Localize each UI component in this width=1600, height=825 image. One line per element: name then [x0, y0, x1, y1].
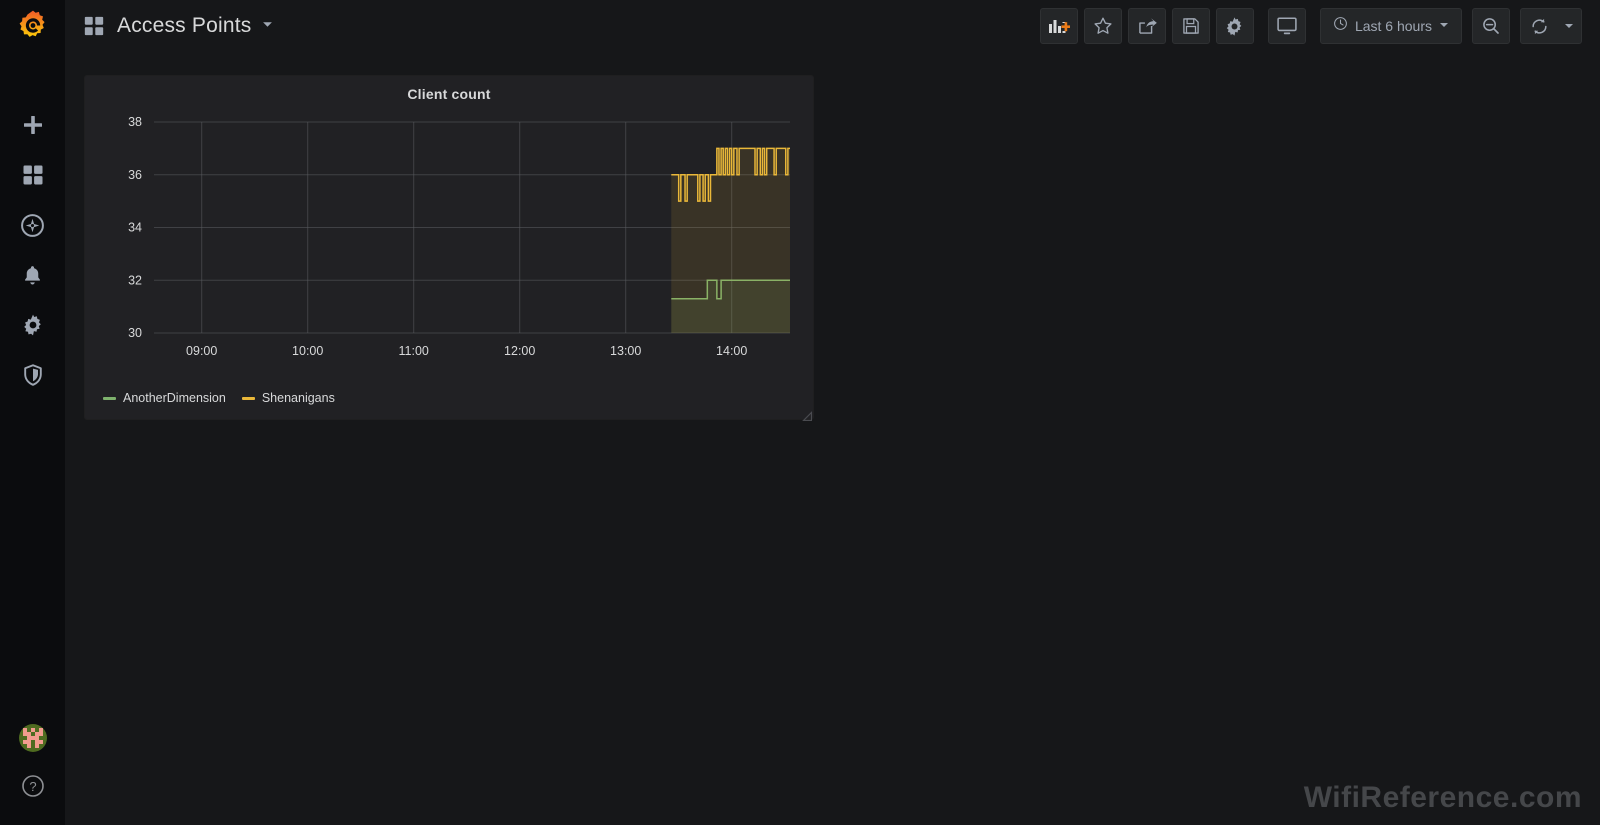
panel-client-count: Client count 30 32 34 36 38 09:00 10:00 11:00 1… — [84, 75, 815, 422]
svg-text:14:00: 14:00 — [716, 344, 747, 358]
y-axis-labels: 30 32 34 36 38 — [128, 115, 142, 340]
sidebar-item-dashboards[interactable] — [0, 150, 65, 200]
panel-resize-handle[interactable] — [802, 408, 813, 422]
dashboards-grid-icon — [21, 163, 45, 187]
avatar[interactable] — [18, 724, 47, 752]
grafana-logo-icon[interactable] — [0, 0, 65, 52]
legend-label: Shenanigans — [261, 391, 335, 405]
time-series-chart: 30 32 34 36 38 09:00 10:00 11:00 12:00 13:00 14:0… — [128, 115, 790, 358]
time-range-picker[interactable]: Last 6 hours — [1319, 8, 1462, 44]
zoom-out-button[interactable] — [1472, 8, 1510, 44]
share-dashboard-button[interactable] — [1127, 8, 1166, 44]
legend-item-anotherdimension[interactable]: AnotherDimension — [103, 391, 226, 405]
svg-text:12:00: 12:00 — [504, 344, 535, 358]
compass-icon — [20, 213, 45, 238]
plus-icon — [21, 113, 45, 137]
gear-icon — [21, 313, 45, 337]
refresh-icon[interactable] — [1521, 17, 1557, 36]
chevron-down-icon[interactable] — [262, 17, 273, 35]
svg-text:09:00: 09:00 — [186, 344, 217, 358]
chart-series — [671, 147, 790, 333]
sidebar-item-configuration[interactable] — [0, 300, 65, 350]
svg-text:32: 32 — [128, 273, 142, 287]
svg-text:11:00: 11:00 — [399, 344, 429, 358]
sidebar-item-server-admin[interactable] — [0, 350, 65, 400]
svg-text:38: 38 — [128, 115, 142, 129]
chevron-down-icon[interactable] — [1557, 21, 1581, 31]
svg-text:30: 30 — [128, 326, 142, 340]
sidebar-item-alerting[interactable] — [0, 250, 65, 300]
site-watermark: WifiReference.com — [1303, 781, 1582, 814]
time-range-value: Last 6 hours — [1354, 18, 1432, 34]
svg-text:36: 36 — [128, 168, 142, 182]
legend-color-swatch — [241, 396, 255, 400]
shield-icon — [21, 363, 45, 387]
sidebar-item-create[interactable] — [0, 100, 65, 150]
legend-color-swatch — [103, 396, 116, 400]
question-circle-icon[interactable]: ? — [21, 774, 45, 803]
panel-title[interactable]: Client count — [85, 76, 813, 102]
chart-legend: AnotherDimension Shenanigans — [103, 391, 335, 405]
bell-icon — [21, 264, 44, 287]
clock-icon — [1333, 16, 1348, 36]
svg-text:13:00: 13:00 — [610, 344, 641, 358]
x-axis-labels: 09:00 10:00 11:00 12:00 13:00 14:00 — [186, 344, 747, 358]
dashboards-grid-icon — [83, 15, 105, 37]
mark-favorite-button[interactable] — [1083, 8, 1122, 44]
refresh-group[interactable] — [1520, 8, 1582, 44]
dashboard-settings-button[interactable] — [1215, 8, 1254, 44]
svg-text:?: ? — [29, 779, 36, 794]
cycle-view-mode-button[interactable] — [1267, 8, 1306, 44]
page-title[interactable]: Access Points — [117, 14, 252, 38]
add-panel-button[interactable] — [1039, 8, 1078, 44]
toolbar: Last 6 hours — [1039, 8, 1600, 44]
svg-text:34: 34 — [128, 221, 142, 235]
legend-item-shenanigans[interactable]: Shenanigans — [241, 391, 335, 405]
top-navbar: Access Points Last 6 hours — [65, 0, 1600, 52]
sidebar-item-explore[interactable] — [0, 200, 65, 250]
save-dashboard-button[interactable] — [1171, 8, 1210, 44]
sidebar: ? — [0, 0, 65, 825]
breadcrumb[interactable]: Access Points — [65, 14, 273, 38]
svg-text:10:00: 10:00 — [292, 344, 323, 358]
chevron-down-icon — [1439, 17, 1449, 35]
graph-canvas[interactable]: 30 32 34 36 38 09:00 10:00 11:00 12:00 13:00 14:0… — [85, 108, 815, 388]
legend-label: AnotherDimension — [123, 391, 226, 405]
